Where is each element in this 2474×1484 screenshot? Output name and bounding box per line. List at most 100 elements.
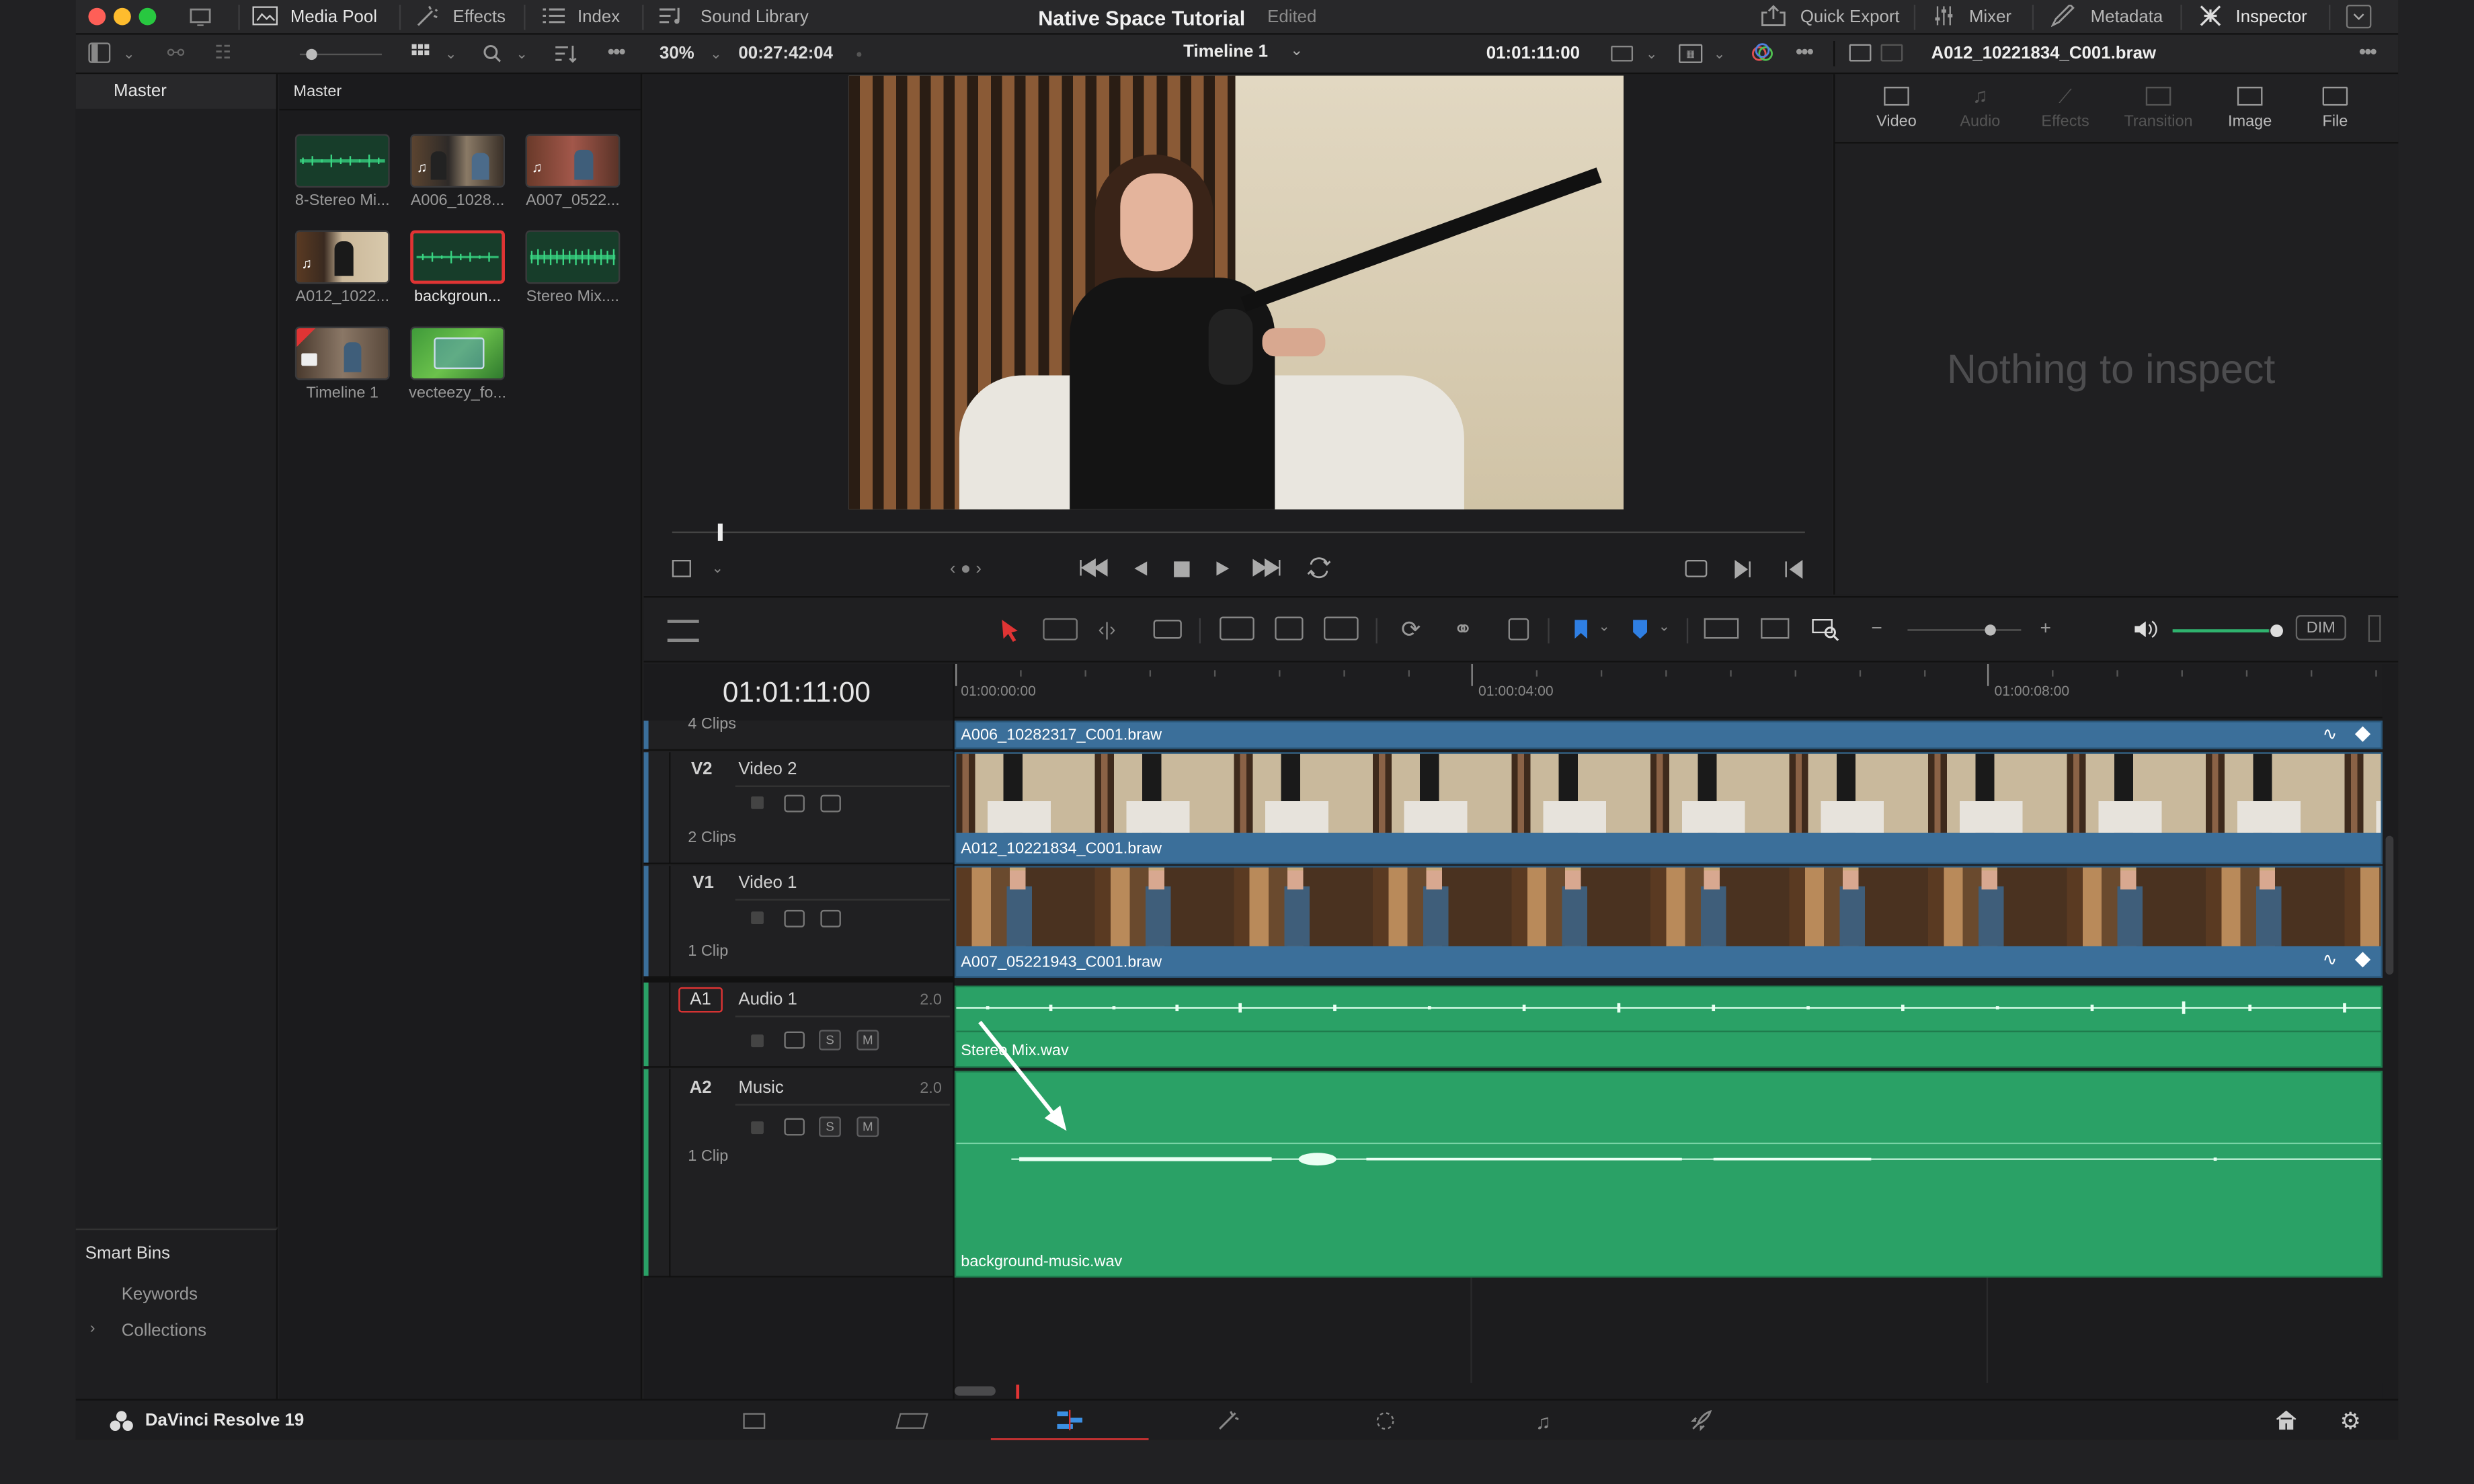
home-icon[interactable] xyxy=(2275,1410,2297,1436)
viewer-video-frame[interactable] xyxy=(848,75,1624,509)
playhead-marker[interactable] xyxy=(1016,1385,1020,1399)
media-clip[interactable]: vecteezy_fo... xyxy=(409,326,513,402)
inspector-tab-video[interactable]: Video xyxy=(1866,87,1926,131)
monitor-icon[interactable] xyxy=(186,5,214,30)
keyframe-icon[interactable] xyxy=(2354,952,2371,968)
inspector-tab-effects[interactable]: ⟋ Effects xyxy=(2036,87,2096,131)
timeline-view-options-icon[interactable] xyxy=(667,620,699,643)
tab-index[interactable]: Index xyxy=(543,0,620,35)
viewer-more-icon[interactable]: ••• xyxy=(1796,40,1814,63)
inspector-more-icon[interactable]: ••• xyxy=(2359,40,2377,63)
media-clip[interactable]: 8-Stereo Mi... xyxy=(295,134,398,210)
lock-icon[interactable] xyxy=(751,1034,764,1048)
timeline-zoom-slider[interactable] xyxy=(1907,624,2022,636)
page-fusion-icon[interactable] xyxy=(1149,1401,1307,1440)
media-clip[interactable]: ♫ A012_1022... xyxy=(294,230,398,306)
filter-icon[interactable]: ☷ xyxy=(214,41,231,63)
mute-button[interactable]: M xyxy=(856,1116,879,1137)
replace-clip-icon[interactable] xyxy=(1324,616,1359,641)
timeline-horizontal-scrollbar[interactable] xyxy=(954,1386,996,1396)
chevron-down-icon[interactable]: ⌄ xyxy=(516,46,528,63)
page-media-icon[interactable] xyxy=(675,1401,833,1440)
chevron-down-icon[interactable]: ⌄ xyxy=(123,46,135,63)
keyframe-icon[interactable] xyxy=(2354,726,2371,742)
chevron-down-icon[interactable]: ⌄ xyxy=(445,46,457,63)
dim-button[interactable]: DIM xyxy=(2295,615,2346,641)
link-icon[interactable]: ⚯ xyxy=(167,41,185,67)
media-clip[interactable]: ♫ A006_1028... xyxy=(410,134,513,210)
track-id-selected[interactable]: A1 xyxy=(678,987,723,1013)
tab-mixer[interactable]: Mixer xyxy=(1933,0,2011,35)
page-cut-icon[interactable] xyxy=(833,1401,991,1440)
viewer-scrubber[interactable] xyxy=(672,524,1805,541)
next-edit-icon[interactable] xyxy=(1734,560,1753,583)
zoom-in-icon[interactable]: + xyxy=(2040,616,2051,638)
settings-gear-icon[interactable]: ⚙ xyxy=(2340,1407,2361,1435)
timeline-volume-slider[interactable] xyxy=(2172,624,2283,637)
go-to-end-icon[interactable] xyxy=(1252,558,1281,582)
linked-selection-icon[interactable]: ⚭ xyxy=(1453,615,1473,643)
selection-tool-icon[interactable] xyxy=(1000,618,1019,647)
prev-edit-icon[interactable] xyxy=(1784,560,1803,583)
timeline-selector[interactable]: Timeline 1 ⌄ xyxy=(1183,42,1303,61)
track-header-v1[interactable]: V1 Video 1 1 Clip xyxy=(643,866,953,978)
keyframe-curve-icon[interactable]: ∿ xyxy=(2323,950,2338,970)
auto-select-icon[interactable] xyxy=(784,794,805,813)
sidebar-item-master[interactable]: Master xyxy=(75,74,276,109)
solo-button[interactable]: S xyxy=(819,1116,841,1137)
inspector-tab-file[interactable]: File xyxy=(2305,87,2365,131)
clip-v3[interactable]: A006_10282317_C001.braw ∿ xyxy=(954,720,2383,749)
track-name[interactable]: Video 1 xyxy=(738,874,797,893)
tab-metadata[interactable]: Metadata xyxy=(2050,0,2163,35)
inspector-tab-audio[interactable]: ♫ Audio xyxy=(1950,85,2010,131)
tab-quick-export[interactable]: Quick Export xyxy=(1761,0,1900,35)
clip-a2[interactable]: background-music.wav xyxy=(954,1071,2383,1278)
sidebar-toggle-icon[interactable] xyxy=(88,42,111,63)
track-name[interactable]: Video 2 xyxy=(738,760,797,779)
mute-button[interactable]: M xyxy=(856,1030,879,1050)
tab-inspector[interactable]: Inspector xyxy=(2200,0,2307,35)
tab-media-pool[interactable]: Media Pool xyxy=(252,0,377,35)
lock-icon[interactable] xyxy=(751,911,764,925)
chevron-down-icon[interactable]: ⌄ xyxy=(1659,618,1671,636)
playhead-handle[interactable] xyxy=(717,524,723,541)
prev-frame-nav-icon[interactable]: ‹ ● › xyxy=(950,560,982,579)
marker-icon[interactable] xyxy=(1633,620,1648,639)
track-header-v3[interactable]: 4 Clips xyxy=(643,716,953,751)
inspector-tab-image[interactable]: Image xyxy=(2220,87,2280,131)
clip-a1[interactable]: Stereo Mix.wav xyxy=(954,985,2383,1068)
viewer-mode-icon[interactable] xyxy=(1611,46,1634,62)
more-options-icon[interactable]: ••• xyxy=(608,40,626,63)
page-edit-icon[interactable] xyxy=(990,1401,1149,1440)
solo-button[interactable]: S xyxy=(819,1030,841,1050)
tab-sound-library[interactable]: Sound Library xyxy=(660,0,809,35)
auto-select-icon[interactable] xyxy=(784,1031,805,1049)
track-header-v2[interactable]: V2 Video 2 2 Clips xyxy=(643,752,953,864)
tab-effects[interactable]: Effects xyxy=(415,0,506,35)
chevron-down-icon[interactable]: ⌄ xyxy=(1646,46,1658,63)
chevron-down-icon[interactable]: ⌄ xyxy=(1714,46,1726,63)
track-header-a2[interactable]: A2 Music 2.0 S M 1 Clip xyxy=(643,1069,953,1278)
insert-clip-icon[interactable] xyxy=(1220,616,1254,641)
auto-select-icon[interactable] xyxy=(784,1118,805,1136)
lock-icon[interactable] xyxy=(751,796,764,809)
flag-icon[interactable] xyxy=(1574,620,1587,639)
auto-select-icon[interactable] xyxy=(784,909,805,928)
timeline-vertical-scrollbar[interactable] xyxy=(2385,835,2394,975)
track-name[interactable]: Audio 1 xyxy=(738,991,797,1009)
stop-icon[interactable] xyxy=(1174,561,1190,577)
sort-icon[interactable] xyxy=(555,44,577,68)
track-disable-icon[interactable] xyxy=(820,794,841,813)
minimize-window-button[interactable] xyxy=(113,7,131,26)
maximize-window-button[interactable] xyxy=(138,7,157,26)
zoom-out-icon[interactable]: − xyxy=(1871,616,1882,638)
media-clip[interactable]: ♫ A007_0522... xyxy=(525,134,629,210)
thumb-size-slider[interactable] xyxy=(299,48,382,60)
chevron-down-icon[interactable]: ⌄ xyxy=(711,560,723,577)
viewer-crop-icon[interactable] xyxy=(672,560,691,577)
smart-bin-keywords[interactable]: Keywords xyxy=(122,1285,198,1304)
zoom-full-icon[interactable] xyxy=(1704,618,1739,639)
page-color-icon[interactable] xyxy=(1306,1401,1464,1440)
close-window-button[interactable] xyxy=(88,7,106,26)
play-reverse-icon[interactable] xyxy=(1133,560,1148,582)
